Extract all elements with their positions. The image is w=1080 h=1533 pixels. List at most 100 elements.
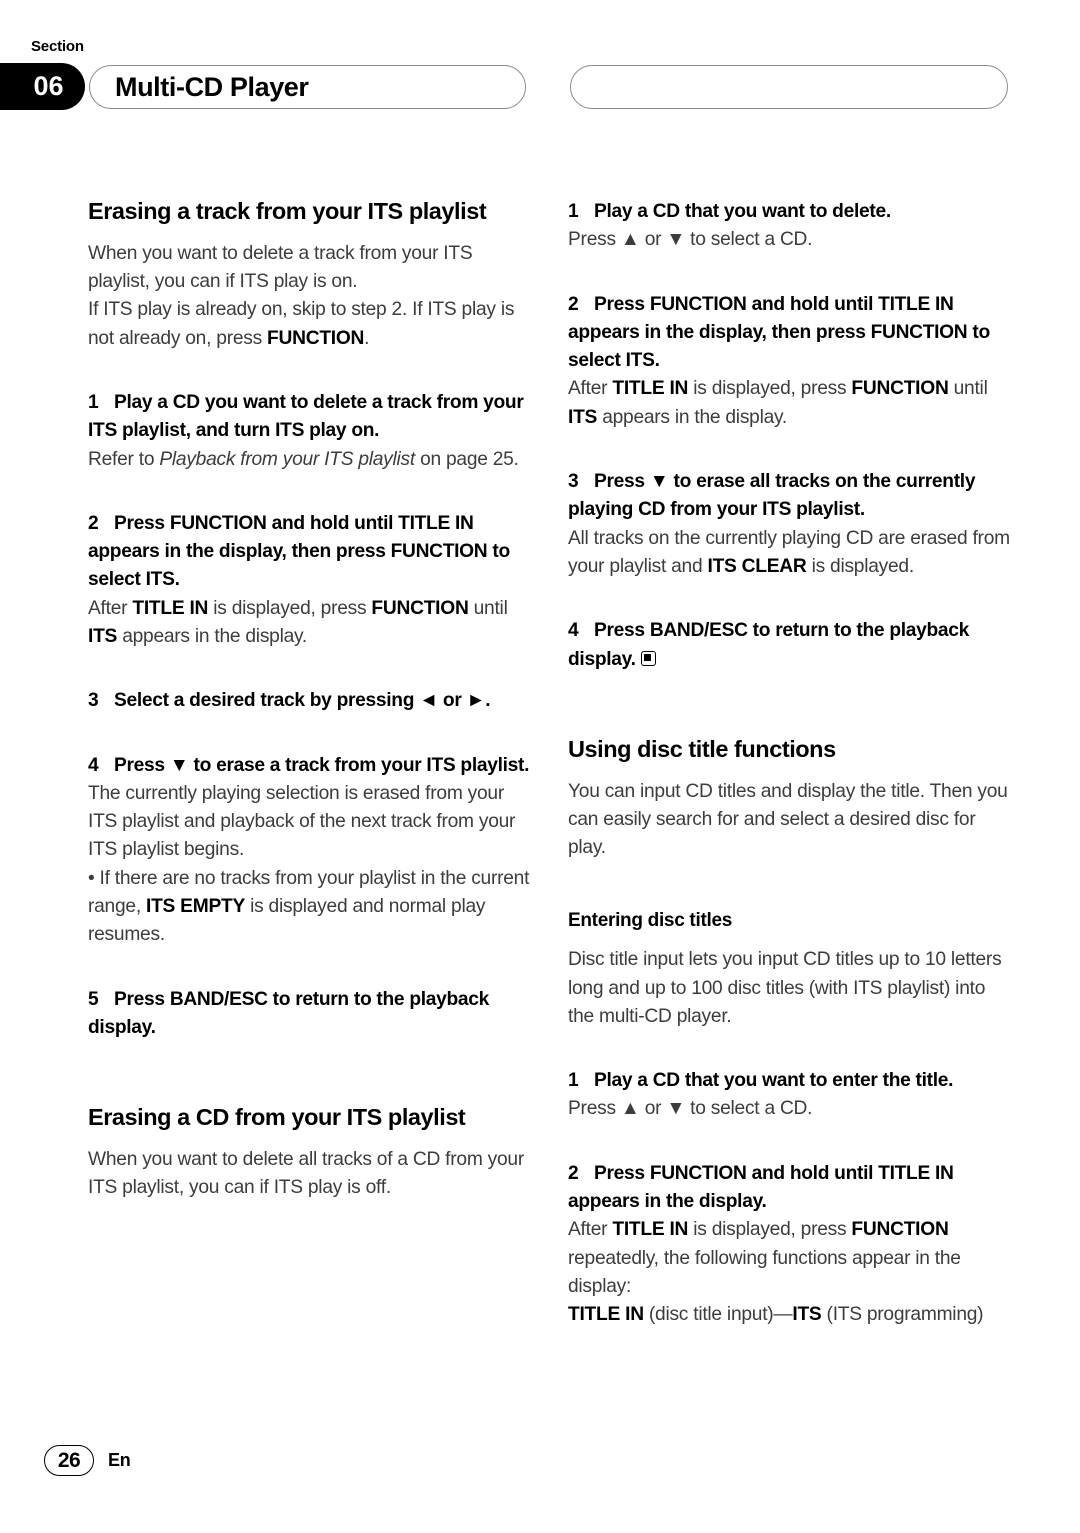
note-prefix: Refer to <box>88 448 160 470</box>
section-number-tab: 06 <box>0 63 85 110</box>
section-heading-using-disc-title: Using disc title functions <box>568 735 836 762</box>
step-text-e: . <box>654 350 660 372</box>
display-text-title-in: TITLE IN <box>612 378 689 400</box>
step-1-note-right: Press ▲ or ▼ to select a CD. <box>568 226 1011 254</box>
step-number: 2 <box>568 293 579 315</box>
intro-text: Disc title input lets you input CD title… <box>568 949 1002 1027</box>
step-text-a: Press <box>114 512 170 534</box>
note-text: Press ▲ or ▼ to select a CD. <box>568 1098 813 1120</box>
step-text-c: appears in the display. <box>568 1191 767 1213</box>
header-decorative-pill <box>570 65 1008 109</box>
title-step-1-right: 1 Play a CD that you want to enter the ti… <box>568 1067 1011 1095</box>
step-4-bullet-left: • If there are no tracks from your playl… <box>88 865 531 950</box>
step-4-left: 4 Press ▼ to erase a track from your ITS … <box>88 752 531 780</box>
step-text-b: and hold until <box>746 293 879 315</box>
paragraph-intro-erasing-track-2: If ITS play is already on, skip to step … <box>88 296 531 353</box>
note-b: is displayed, press <box>688 1219 852 1241</box>
note-a: After <box>88 597 133 619</box>
display-text-its-empty: ITS EMPTY <box>146 896 246 918</box>
note-c: repeatedly, the following functions appe… <box>568 1247 961 1297</box>
note-suffix: on page 25. <box>414 448 519 470</box>
step-number: 3 <box>88 690 99 712</box>
note-c: until <box>948 378 988 400</box>
display-text-title-in: TITLE IN <box>878 293 954 315</box>
step-number: 1 <box>88 391 99 413</box>
step-number: 1 <box>568 1070 579 1092</box>
step-number: 3 <box>568 471 579 493</box>
display-text-its: ITS <box>625 350 655 372</box>
note-b: is displayed, press <box>688 378 852 400</box>
display-text-title-in: TITLE IN <box>568 1304 644 1326</box>
step-number: 1 <box>568 201 579 222</box>
button-name-function: FUNCTION <box>169 512 267 534</box>
note-text: Press ▲ or ▼ to select a CD. <box>568 229 813 251</box>
note-c: until <box>468 597 508 619</box>
paragraph-intro-entering-disc-titles: Disc title input lets you input CD title… <box>568 946 1011 1031</box>
step-number: 5 <box>88 988 99 1010</box>
note-d: appears in the display. <box>597 406 788 428</box>
step-number: 4 <box>88 754 99 776</box>
chapter-title-pill: Multi-CD Player <box>89 65 526 109</box>
note-b: is displayed. <box>806 555 915 577</box>
fn-b: (ITS programming) <box>821 1304 984 1326</box>
button-name-function: FUNCTION <box>851 1219 949 1241</box>
end-of-section-marker-icon <box>640 650 656 666</box>
button-name-function-2: FUNCTION <box>390 541 488 563</box>
step-text: Play a CD that you want to enter the tit… <box>594 1070 954 1092</box>
page-footer: 26 En <box>0 1423 1080 1533</box>
step-number: 4 <box>568 620 579 642</box>
paragraph-intro-erasing-track: When you want to delete a track from you… <box>88 240 531 297</box>
step-3-note-right: All tracks on the currently playing CD a… <box>568 525 1011 582</box>
button-name-band-esc: BAND/ESC <box>649 620 748 642</box>
display-text-its: ITS <box>145 569 175 591</box>
step-4-right: 4 Press BAND/ESC to return to the playbac… <box>568 617 1011 674</box>
step-2-note-right: After TITLE IN is displayed, press FUNCT… <box>568 375 1011 432</box>
note-b: is displayed, press <box>208 597 372 619</box>
button-name-function: FUNCTION <box>649 293 747 315</box>
title-step-2-right: 2 Press FUNCTION and hold until TITLE IN … <box>568 1160 1011 1217</box>
display-text-title-in: TITLE IN <box>612 1219 689 1241</box>
step-text-a: Press <box>114 988 170 1010</box>
step-text-b: and hold until <box>266 512 399 534</box>
note-text: The currently playing selection is erase… <box>88 782 516 861</box>
page-header: Section 06 Multi-CD Player <box>0 0 1080 140</box>
step-1-note-left: Refer to Playback from your ITS playlist… <box>88 446 531 474</box>
section-label: Section <box>31 38 84 55</box>
title-step-2-functions-list: TITLE IN (disc title input)—ITS (ITS pro… <box>568 1301 1011 1329</box>
intro-text: You can input CD titles and display the … <box>568 780 1008 859</box>
button-name-function: FUNCTION <box>851 378 949 400</box>
page-number-badge: 26 <box>44 1445 94 1476</box>
section-heading-erasing-track: Erasing a track from your ITS playlist <box>88 198 487 224</box>
step-text-a: Press <box>594 620 650 642</box>
note-a: After <box>568 378 613 400</box>
paragraph-intro-using-disc-title: You can input CD titles and display the … <box>568 778 1011 863</box>
page-title: Multi-CD Player <box>115 71 309 102</box>
step-3-right: 3 Press ▼ to erase all tracks on the curr… <box>568 468 1011 525</box>
step-text-c: appears in the display, then press <box>88 541 391 563</box>
step-text: Select a desired track by pressing ◄ or … <box>114 690 491 712</box>
step-5-left: 5 Press BAND/ESC to return to the playbac… <box>88 986 531 1043</box>
step-text: Press ▼ to erase a track from your ITS p… <box>114 754 530 776</box>
button-name-function: FUNCTION <box>267 327 365 349</box>
step-text: Press ▼ to erase all tracks on the curre… <box>568 471 976 521</box>
intro-line-2-b: . <box>364 327 370 349</box>
step-text-a: Press <box>594 293 650 315</box>
step-number: 2 <box>88 512 99 534</box>
language-code: En <box>108 1450 131 1470</box>
step-text: Play a CD you want to delete a track fro… <box>88 391 524 442</box>
note-d: appears in the display. <box>117 625 308 647</box>
step-text-c: appears in the display, then press <box>568 321 871 343</box>
right-column: 1 Play a CD that you want to delete. Pres… <box>568 198 1011 1330</box>
step-2-left: 2 Press FUNCTION and hold until TITLE IN … <box>88 510 531 595</box>
paragraph-intro-erasing-cd: When you want to delete all tracks of a … <box>88 1146 531 1203</box>
display-text-title-in: TITLE IN <box>398 512 474 534</box>
